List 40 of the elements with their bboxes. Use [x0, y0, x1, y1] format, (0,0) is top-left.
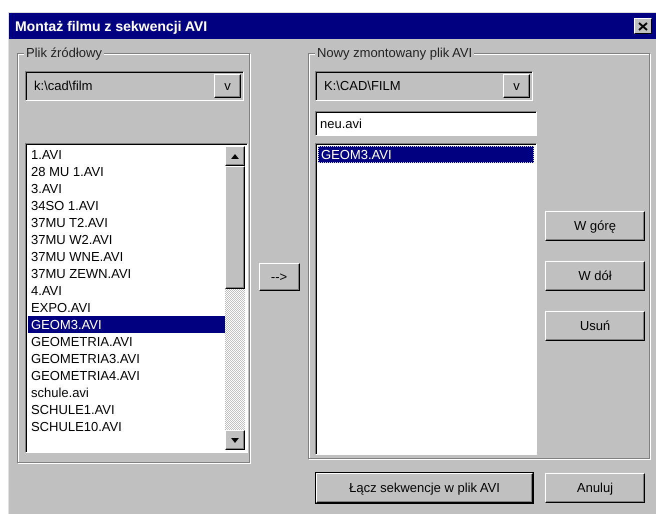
- action-button[interactable]: Usuń: [545, 311, 645, 341]
- file-item[interactable]: 37MU W2.AVI: [28, 231, 225, 248]
- action-button[interactable]: W dół: [545, 261, 645, 291]
- file-item[interactable]: 4.AVI: [28, 282, 225, 299]
- dropdown-button[interactable]: v: [214, 74, 241, 98]
- file-item[interactable]: 37MU T2.AVI: [28, 214, 225, 231]
- file-item[interactable]: GEOMETRIA.AVI: [28, 333, 225, 350]
- file-item[interactable]: GEOMETRIA4.AVI: [28, 367, 225, 384]
- file-item[interactable]: SCHULE10.AVI: [28, 418, 225, 435]
- close-button[interactable]: [634, 18, 652, 34]
- file-item[interactable]: 37MU WNE.AVI: [28, 248, 225, 265]
- file-item[interactable]: GEOM3.AVI: [28, 316, 225, 333]
- scroll-up-button[interactable]: [225, 146, 245, 166]
- folder-dropdown[interactable]: K:\CAD\FILM v: [315, 71, 533, 101]
- file-item[interactable]: SCHULE1.AVI: [28, 401, 225, 418]
- group-label: Plik źródłowy: [24, 45, 104, 61]
- file-name-field[interactable]: neu.avi: [315, 111, 537, 136]
- file-item[interactable]: 34SO 1.AVI: [28, 197, 225, 214]
- file-item[interactable]: EXPO.AVI: [28, 299, 225, 316]
- file-item[interactable]: 28 MU 1.AVI: [28, 163, 225, 180]
- file-item[interactable]: 3.AVI: [28, 180, 225, 197]
- file-item[interactable]: GEOM3.AVI: [318, 146, 534, 163]
- file-item[interactable]: schule.avi: [28, 384, 225, 401]
- up-arrow-icon: [231, 154, 239, 158]
- scroll-down-button[interactable]: [225, 430, 245, 450]
- add-button[interactable]: -->: [258, 263, 300, 291]
- action-button[interactable]: W górę: [545, 211, 645, 241]
- cancel-button[interactable]: Anuluj: [545, 473, 645, 503]
- window-title: Montaż filmu z sekwencji AVI: [15, 16, 208, 36]
- down-arrow-icon: [231, 438, 239, 442]
- folder-dropdown[interactable]: k:\cad\film v: [25, 71, 244, 101]
- dropdown-button[interactable]: v: [503, 74, 530, 98]
- file-item[interactable]: 1.AVI: [28, 146, 225, 163]
- scroll-thumb[interactable]: [225, 166, 245, 289]
- group-label: Nowy zmontowany plik AVI: [315, 45, 474, 61]
- join-button[interactable]: Łącz sekwencje w plik AVI: [316, 473, 533, 503]
- close-icon: [638, 22, 648, 30]
- file-item[interactable]: GEOMETRIA3.AVI: [28, 350, 225, 367]
- file-item[interactable]: 37MU ZEWN.AVI: [28, 265, 225, 282]
- scrollbar[interactable]: [225, 146, 245, 450]
